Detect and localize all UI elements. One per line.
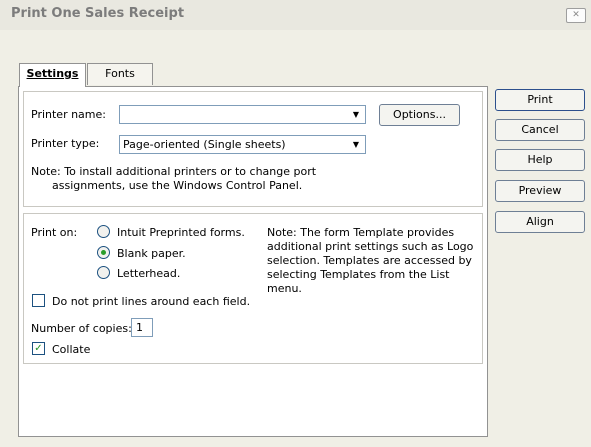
printer-name-label: Printer name: <box>31 108 106 121</box>
title-bar: Print One Sales Receipt ✕ <box>0 0 591 30</box>
no-lines-label[interactable]: Do not print lines around each field. <box>52 295 250 308</box>
chevron-down-icon: ▼ <box>352 140 360 149</box>
template-note-line1: Note: The form Template provides <box>267 226 455 239</box>
radio-preprinted-label[interactable]: Intuit Preprinted forms. <box>117 226 245 239</box>
align-button[interactable]: Align <box>495 211 585 233</box>
print-options-group: Print on: Intuit Preprinted forms. Blank… <box>23 213 483 364</box>
help-button[interactable]: Help <box>495 149 585 171</box>
template-note-line2: additional print settings such as Logo <box>267 240 474 253</box>
chevron-down-icon: ▼ <box>352 110 360 119</box>
tab-fonts[interactable]: Fonts <box>87 63 153 85</box>
radio-letterhead-label[interactable]: Letterhead. <box>117 267 180 280</box>
collate-label[interactable]: Collate <box>52 343 90 356</box>
radio-blank-paper[interactable] <box>97 246 110 259</box>
settings-panel: Printer name: ▼ Options... Printer type:… <box>18 86 488 437</box>
radio-blank-paper-label[interactable]: Blank paper. <box>117 247 186 260</box>
no-lines-checkbox[interactable] <box>32 294 45 307</box>
printer-name-dropdown[interactable]: ▼ <box>119 105 366 124</box>
print-button[interactable]: Print <box>495 89 585 111</box>
copies-input[interactable]: 1 <box>131 318 153 337</box>
printer-type-value: Page-oriented (Single sheets) <box>123 138 286 151</box>
copies-label: Number of copies: <box>31 322 132 335</box>
tab-settings-label: Settings <box>26 67 79 80</box>
close-icon[interactable]: ✕ <box>566 8 586 23</box>
template-note-line3: selection. Templates are accessed by <box>267 254 472 267</box>
preview-button[interactable]: Preview <box>495 180 585 202</box>
print-on-label: Print on: <box>31 226 78 239</box>
tab-settings[interactable]: Settings <box>19 63 86 87</box>
collate-checkbox[interactable]: ✓ <box>32 342 45 355</box>
printer-type-dropdown[interactable]: Page-oriented (Single sheets) ▼ <box>119 135 366 154</box>
window-title: Print One Sales Receipt <box>11 6 185 21</box>
radio-letterhead[interactable] <box>97 266 110 279</box>
cancel-button[interactable]: Cancel <box>495 119 585 141</box>
tab-fonts-label: Fonts <box>105 67 135 80</box>
template-note-line4: selecting Templates from the List <box>267 268 450 281</box>
printer-note-line2: assignments, use the Windows Control Pan… <box>52 179 303 192</box>
printer-group: Printer name: ▼ Options... Printer type:… <box>23 91 483 207</box>
template-note-line5: menu. <box>267 282 302 295</box>
printer-type-label: Printer type: <box>31 137 100 150</box>
printer-note-line1: Note: To install additional printers or … <box>31 165 317 178</box>
radio-preprinted[interactable] <box>97 225 110 238</box>
options-button[interactable]: Options... <box>379 104 460 126</box>
